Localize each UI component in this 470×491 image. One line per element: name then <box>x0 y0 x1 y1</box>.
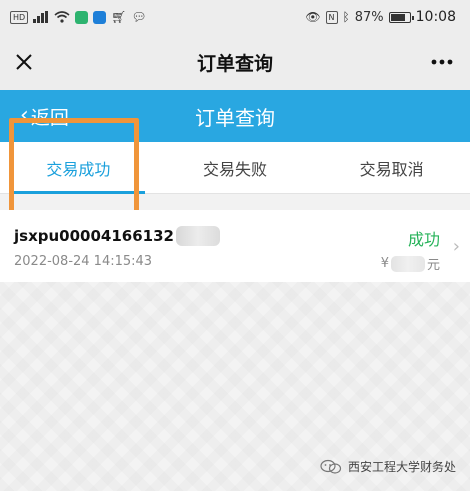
order-number-text: jsxpu00004166132 <box>14 227 174 245</box>
chevron-right-icon: › <box>452 236 460 257</box>
redacted-amount <box>390 255 425 272</box>
order-time: 2022-08-24 14:15:43 <box>14 254 153 269</box>
currency-symbol: ¥ <box>380 256 389 271</box>
tab-failed[interactable]: 交易失败 <box>157 142 314 193</box>
eye-icon: 👁︎ <box>305 10 321 24</box>
app-icon <box>93 10 107 24</box>
signal-icon <box>33 11 49 23</box>
status-bar: HD 🛒︎ 💬︎ 👁︎ N ᛒ 87% 10:08 <box>0 0 470 34</box>
nfc-icon: N <box>325 10 338 24</box>
status-time: 10:08 <box>415 9 456 25</box>
chevron-left-icon: ‹ <box>20 103 29 128</box>
cart-icon: 🛒︎ <box>111 10 127 24</box>
chat-icon: 💬︎ <box>131 10 147 24</box>
order-amount: ¥ 元 <box>381 254 440 273</box>
back-button[interactable]: ‹ 返回 <box>20 100 69 132</box>
page-header: ‹ 返回 订单查询 <box>0 90 470 142</box>
tab-bar: 交易成功 交易失败 交易取消 <box>0 142 470 194</box>
battery-percent: 87% <box>354 9 384 25</box>
wifi-icon <box>54 11 70 23</box>
close-icon <box>16 54 32 70</box>
watermark-text: 西安工程大学财务处 <box>347 460 456 474</box>
more-icon <box>431 59 453 65</box>
order-status: 成功 <box>407 230 440 249</box>
bluetooth-icon: ᛒ <box>342 10 350 24</box>
tab-cancelled[interactable]: 交易取消 <box>313 142 470 193</box>
hd-icon: HD <box>10 10 29 24</box>
status-bar-right: 👁︎ N ᛒ 87% 10:08 <box>305 9 456 25</box>
top-bar-title: 订单查询 <box>196 52 273 75</box>
order-row[interactable]: jsxpu00004166132 2022-08-24 14:15:43 成功 … <box>0 210 470 282</box>
watermark: 西安工程大学财务处 <box>320 458 456 475</box>
wechat-logo-icon <box>320 459 342 474</box>
close-button[interactable] <box>8 46 40 78</box>
top-bar: 订单查询 <box>0 34 470 90</box>
back-label: 返回 <box>30 106 69 129</box>
redacted-order-suffix <box>175 226 220 246</box>
app-icon <box>75 10 89 24</box>
order-list: jsxpu00004166132 2022-08-24 14:15:43 成功 … <box>0 210 470 282</box>
page-title: 订单查询 <box>195 105 275 130</box>
amount-unit: 元 <box>426 258 440 273</box>
status-bar-left: HD 🛒︎ 💬︎ <box>10 10 147 24</box>
battery-icon <box>388 11 414 23</box>
more-button[interactable] <box>426 46 458 78</box>
order-number: jsxpu00004166132 <box>14 226 220 246</box>
tab-success[interactable]: 交易成功 <box>0 142 157 194</box>
